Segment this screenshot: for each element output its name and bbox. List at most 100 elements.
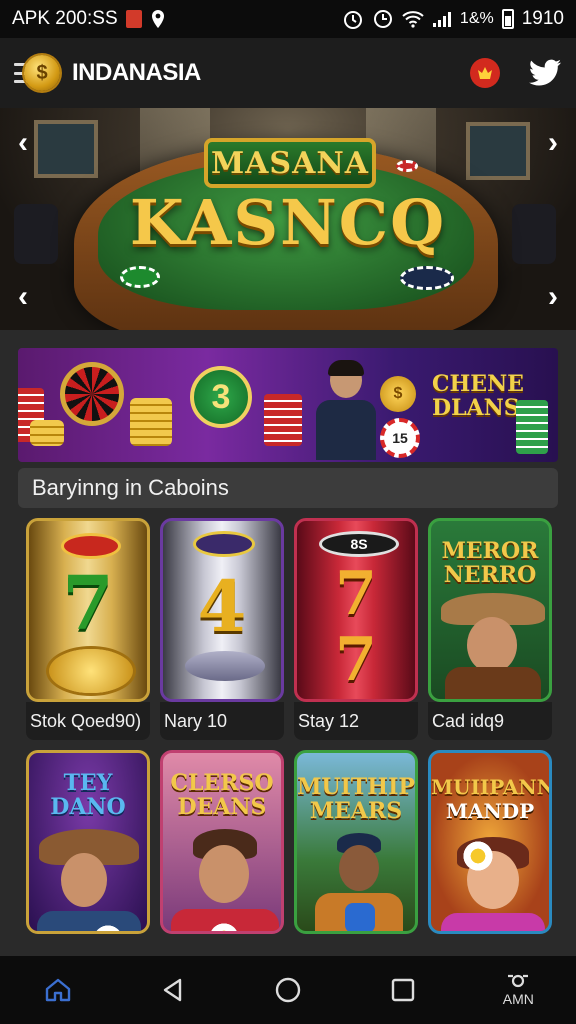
game-card[interactable]: MEROR NERRO Cad idq9 [428, 518, 552, 740]
crown-icon[interactable] [470, 58, 500, 88]
poker-chip [120, 266, 160, 288]
game-art-title-line: CLERSO [170, 770, 274, 796]
game-card[interactable]: 7 Stok Qoed90) [26, 518, 150, 740]
coin-stack [30, 420, 64, 446]
promo-text-line: DLANS [432, 395, 520, 421]
promo-banner[interactable]: 3 $ 15 CHENE DLANS [18, 348, 558, 462]
home-circle-icon [275, 977, 301, 1003]
poker-chip [400, 266, 454, 290]
game-title: Cad idq9 [428, 702, 552, 740]
chevron-right-icon[interactable]: › [540, 280, 566, 313]
promo-text-line: CHENE [432, 371, 524, 397]
status-bar: APK 200:SS 1&% 1910 [0, 0, 576, 38]
promo-text: CHENE DLANS [432, 371, 524, 421]
game-art: 7 [26, 518, 150, 702]
character-face [467, 617, 517, 673]
app-header: $ INDANASIA [0, 38, 576, 108]
character-face [199, 845, 249, 903]
header-actions [470, 58, 562, 88]
game-art-title-line: DEANS [177, 794, 267, 820]
tool-icon [345, 903, 375, 931]
hero-banner[interactable]: MASANA KASNCQ ‹ ‹ › › [0, 108, 576, 330]
game-art-title: TEY DANO [29, 771, 147, 819]
poker-chip: 15 [380, 418, 420, 458]
game-art-title: CLERSO DEANS [163, 771, 281, 819]
slot-machine-left [34, 120, 98, 178]
promo-person [314, 360, 378, 460]
twitter-icon[interactable] [528, 59, 562, 87]
battery-icon [501, 9, 514, 29]
section-title: Baryinng in Caboins [18, 468, 558, 508]
slot-plate [185, 651, 265, 681]
game-title: Nary 10 [160, 702, 284, 740]
chevron-right-icon[interactable]: › [540, 126, 566, 159]
game-card[interactable]: MUIIPANN MANDP [428, 750, 552, 970]
home-icon [45, 978, 70, 1002]
alarm-icon [343, 11, 362, 29]
game-art-title-line: DANO [50, 794, 126, 820]
game-card[interactable]: CLERSO DEANS [160, 750, 284, 970]
extra-nav-label: AMN [502, 991, 534, 1007]
cell-signal-icon [432, 12, 451, 27]
game-card[interactable]: 4 Nary 10 [160, 518, 284, 740]
character-body [441, 913, 545, 931]
game-card[interactable]: TEY DANO [26, 750, 150, 970]
status-left: APK 200:SS [12, 8, 166, 30]
game-card[interactable]: 8S 7 7 Stay 12 [294, 518, 418, 740]
home-button[interactable] [28, 960, 88, 1020]
game-art: CLERSO DEANS [160, 750, 284, 934]
game-art-title: MUIIPANN MANDP [431, 775, 549, 823]
chevron-left-icon[interactable]: ‹ [10, 280, 36, 313]
game-art: MEROR NERRO [428, 518, 552, 702]
coin-logo-icon[interactable]: $ [24, 55, 60, 91]
chip-icon: 8S [319, 531, 399, 557]
casino-chair-left [14, 204, 58, 264]
slot-machine-right [466, 122, 530, 180]
game-art-title-line: MEARS [309, 798, 403, 824]
chip-icon [61, 533, 121, 559]
game-art-title-line: MUITHIP [297, 774, 415, 800]
reel-symbol: 7 [62, 561, 114, 647]
extra-nav-icon [508, 974, 529, 988]
chip-icon [193, 531, 255, 557]
game-art-title: MEROR NERRO [431, 539, 549, 587]
game-art: TEY DANO [26, 750, 150, 934]
recents-button[interactable] [373, 960, 433, 1020]
game-card[interactable]: MUITHIP MEARS [294, 750, 418, 970]
character-body [37, 911, 141, 931]
casino-chair-right [512, 204, 556, 264]
game-art-title: MUITHIP MEARS [297, 775, 415, 823]
back-triangle-icon [163, 978, 181, 1002]
bottom-nav-bar: AMN [0, 956, 576, 1024]
reel-symbol: 7 [335, 559, 377, 629]
status-signal-text: 1&% [459, 10, 494, 27]
status-text: APK 200:SS [12, 8, 118, 29]
chevron-left-icon[interactable]: ‹ [10, 126, 36, 159]
game-art: 8S 7 7 [294, 518, 418, 702]
back-button[interactable] [143, 960, 203, 1020]
recents-square-icon [391, 978, 415, 1002]
extra-nav-button[interactable]: AMN [488, 960, 548, 1020]
wifi-icon [402, 11, 424, 28]
app-title: INDANASIA [72, 59, 201, 86]
game-art-title-line: MANDP [445, 799, 535, 823]
data-saver-icon [373, 10, 392, 28]
location-icon [151, 10, 164, 28]
game-art-title-line: MUIIPANN [431, 775, 552, 799]
notification-app-icon [125, 10, 142, 28]
status-time: 1910 [521, 8, 564, 29]
game-art-title-line: NERRO [443, 562, 537, 588]
character-body [445, 667, 541, 699]
game-title: Stok Qoed90) [26, 702, 150, 740]
green-coin: 3 [190, 366, 252, 428]
reel-symbol: 7 [335, 625, 377, 695]
coin-stack [130, 398, 172, 446]
chip-stack [516, 400, 548, 454]
home-circle-button[interactable] [258, 960, 318, 1020]
poker-chip [396, 160, 418, 172]
game-art: 4 [160, 518, 284, 702]
game-art-title-line: MEROR [441, 538, 539, 564]
chip-stack [264, 394, 302, 446]
game-art: MUIIPANN MANDP [428, 750, 552, 934]
coin-pile [49, 649, 133, 693]
